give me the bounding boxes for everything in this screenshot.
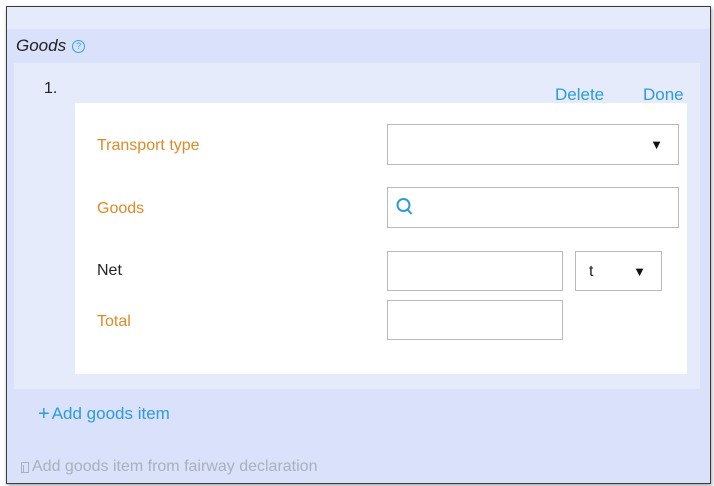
add-from-fairway-label: Add goods item from fairway declaration	[32, 458, 318, 475]
section-title-text: Goods	[16, 36, 67, 55]
document-icon	[21, 461, 29, 473]
delete-button[interactable]: Delete	[555, 85, 604, 105]
add-from-fairway-button[interactable]: Add goods item from fairway declaration	[21, 458, 317, 476]
search-icon	[396, 198, 412, 215]
dropdown-arrow-icon: ▼	[650, 137, 663, 152]
transport-type-select[interactable]: ▼	[387, 124, 679, 165]
done-button[interactable]: Done	[643, 85, 684, 105]
section-title: Goods ?	[16, 36, 86, 56]
net-unit-select[interactable]: t ▼	[575, 251, 662, 291]
net-unit-value: t	[589, 263, 594, 280]
item-number: 1.	[44, 80, 58, 97]
help-icon[interactable]: ?	[72, 39, 86, 53]
frame-header-strip	[7, 7, 710, 29]
plus-icon: +	[38, 403, 50, 425]
dropdown-arrow-icon: ▼	[633, 264, 646, 279]
total-input[interactable]	[387, 300, 563, 340]
add-goods-item-label: Add goods item	[51, 404, 170, 423]
goods-label: Goods	[97, 200, 145, 217]
goods-search-input[interactable]	[387, 187, 679, 228]
add-goods-item-button[interactable]: + Add goods item	[38, 404, 170, 424]
transport-type-label: Transport type	[97, 137, 200, 154]
net-input[interactable]	[387, 251, 563, 291]
total-label: Total	[97, 313, 131, 330]
net-label: Net	[97, 262, 122, 279]
